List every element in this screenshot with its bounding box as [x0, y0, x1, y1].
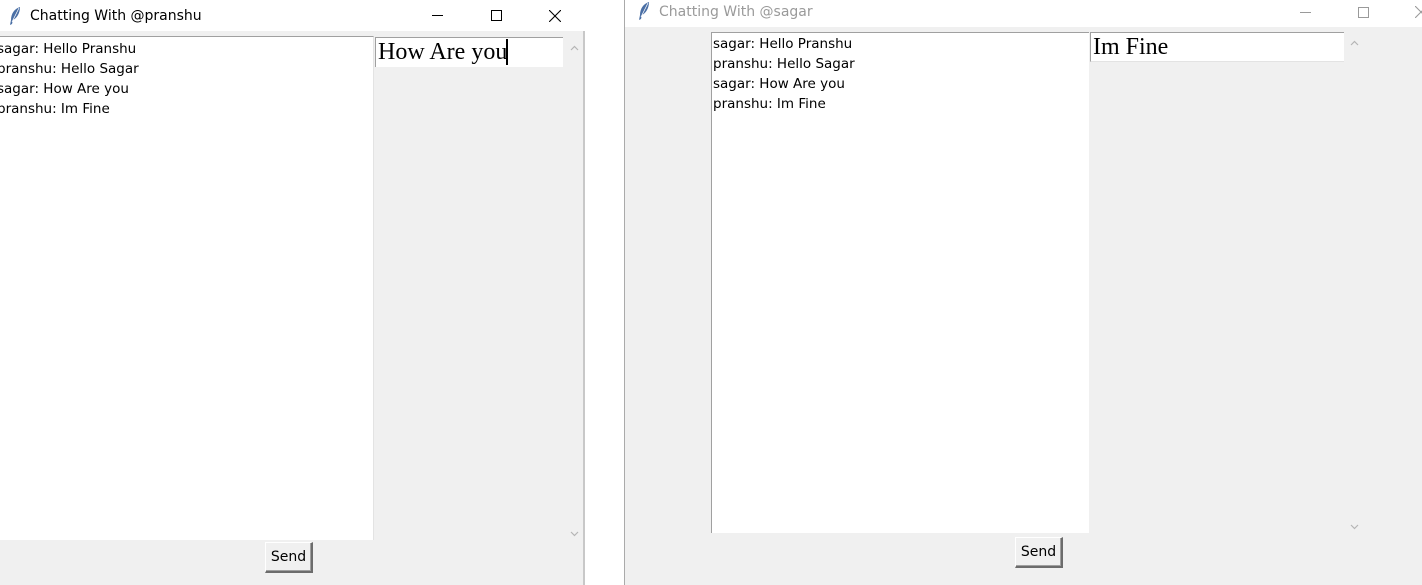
chat-window-sagar: Chatting With @sagar sagar: Hello Pransh…	[624, 0, 1422, 585]
chevron-up-icon	[570, 36, 579, 55]
chat-message: pranshu: Im Fine	[713, 96, 826, 112]
chat-message: sagar: How Are you	[713, 76, 845, 92]
scrollbar[interactable]	[1346, 32, 1363, 533]
chat-log[interactable]: sagar: Hello Pranshu pranshu: Hello Saga…	[0, 36, 374, 540]
chevron-down-icon	[1350, 515, 1359, 534]
minimize-icon	[1299, 7, 1311, 18]
scroll-up-button[interactable]	[1346, 32, 1363, 49]
chat-message: sagar: Hello Pranshu	[713, 36, 853, 52]
feather-icon	[637, 1, 651, 21]
close-button[interactable]	[1398, 0, 1422, 24]
scroll-up-button[interactable]	[566, 37, 583, 54]
chat-message: sagar: Hello Pranshu	[0, 41, 137, 57]
maximize-icon	[1357, 6, 1369, 18]
scroll-down-button[interactable]	[1346, 516, 1363, 533]
scrollbar[interactable]	[566, 37, 583, 540]
feather-icon	[8, 6, 22, 26]
minimize-button[interactable]	[414, 0, 460, 31]
maximize-icon	[490, 10, 502, 21]
window-title: Chatting With @sagar	[659, 4, 813, 20]
chat-window-pranshu: Chatting With @pranshu sagar: Hello Pran…	[0, 0, 585, 585]
send-button[interactable]: Send	[265, 542, 313, 573]
message-input[interactable]: How Are you	[375, 37, 563, 67]
chat-message: sagar: How Are you	[0, 81, 129, 97]
scroll-down-button[interactable]	[566, 523, 583, 540]
message-input-value: How Are you	[378, 39, 508, 65]
minimize-button[interactable]	[1282, 0, 1328, 24]
chat-message: pranshu: Hello Sagar	[713, 56, 855, 72]
title-bar[interactable]: Chatting With @sagar	[625, 0, 1422, 27]
message-input-value: Im Fine	[1093, 34, 1169, 60]
chevron-down-icon	[570, 522, 579, 541]
maximize-button[interactable]	[1340, 0, 1386, 24]
close-button[interactable]	[532, 0, 578, 31]
window-title: Chatting With @pranshu	[30, 8, 202, 24]
close-icon	[549, 9, 561, 22]
chevron-up-icon	[1350, 31, 1359, 50]
chat-message: pranshu: Hello Sagar	[0, 61, 139, 77]
chat-log[interactable]: sagar: Hello Pranshu pranshu: Hello Saga…	[711, 32, 1089, 533]
chat-message: pranshu: Im Fine	[0, 101, 110, 117]
close-icon	[1415, 6, 1422, 18]
message-input[interactable]: Im Fine	[1090, 32, 1344, 62]
maximize-button[interactable]	[473, 0, 519, 31]
text-cursor	[506, 39, 509, 65]
desktop: Chatting With @pranshu sagar: Hello Pran…	[0, 0, 1422, 585]
send-button[interactable]: Send	[1015, 537, 1063, 568]
title-bar[interactable]: Chatting With @pranshu	[0, 0, 585, 31]
window-edge	[583, 0, 585, 585]
minimize-icon	[431, 10, 443, 21]
